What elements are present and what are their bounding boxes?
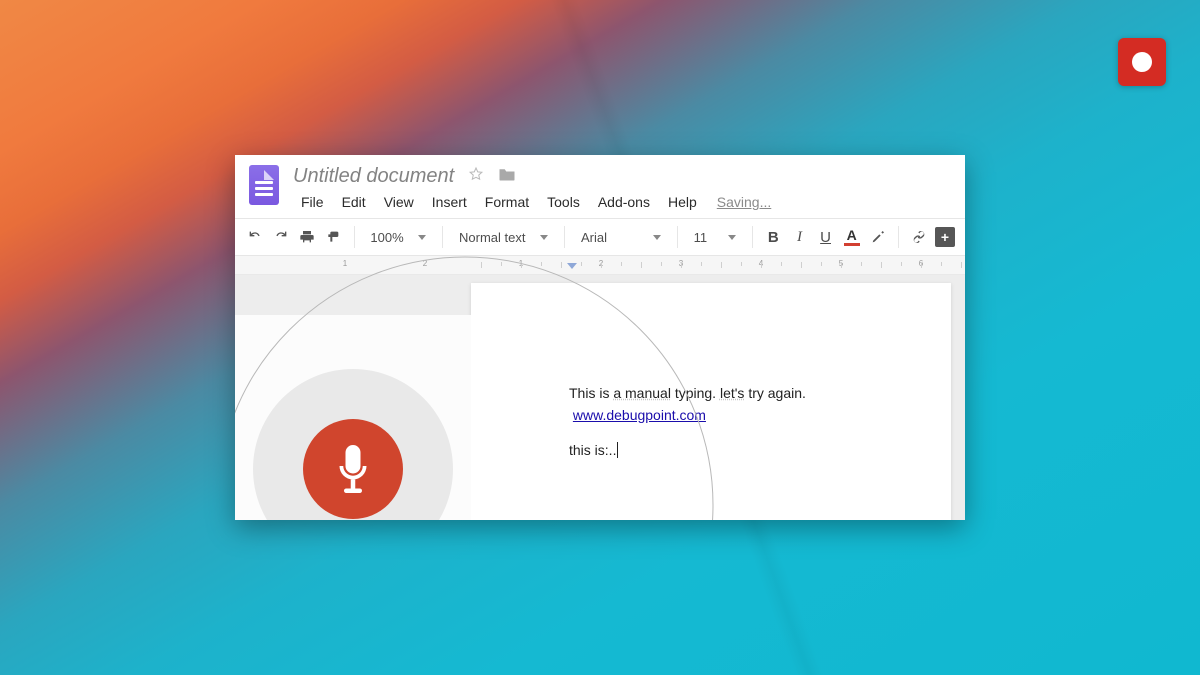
redo-button[interactable] [269,224,293,250]
indent-marker[interactable] [567,263,577,275]
text-cursor [617,442,618,458]
document-title[interactable]: Untitled document [293,165,454,188]
paint-format-button[interactable] [321,224,345,250]
hyperlink[interactable]: www.debugpoint.com [573,407,706,423]
chevron-down-icon [418,235,426,240]
menu-edit[interactable]: Edit [334,192,374,212]
underline-button[interactable]: U [814,224,838,250]
menu-view[interactable]: View [376,192,422,212]
menu-tools[interactable]: Tools [539,192,588,212]
title-bar: Untitled document File Edit View Insert … [235,155,965,212]
more-button[interactable]: + [933,224,957,250]
font-dropdown[interactable]: Arial [573,224,669,250]
chevron-down-icon [728,235,736,240]
text-color-button[interactable]: A [840,224,864,250]
google-docs-window: Untitled document File Edit View Insert … [235,155,965,520]
chevron-down-icon [540,235,548,240]
folder-icon[interactable] [498,167,516,187]
record-icon [1132,52,1152,72]
voice-typing-panel [235,315,471,520]
document-canvas: This is a manual typing. let's try again… [235,275,965,520]
ruler[interactable]: 1 2 3 4 5 6 2 1 [235,256,965,275]
print-button[interactable] [295,224,319,250]
text-line: www.debugpoint.com [569,405,929,427]
microphone-icon [335,445,371,493]
text-line: this is:.. [569,440,929,462]
menubar: File Edit View Insert Format Tools Add-o… [293,192,771,212]
highlight-color-button[interactable] [866,224,890,250]
menu-file[interactable]: File [293,192,332,212]
text-line: This is a manual typing. let's try again… [569,383,929,405]
toolbar: 100% Normal text Arial 11 B I U A + [235,218,965,256]
zoom-dropdown[interactable]: 100% [362,224,434,250]
star-icon[interactable] [468,166,484,187]
menu-help[interactable]: Help [660,192,705,212]
paragraph-style-dropdown[interactable]: Normal text [451,224,556,250]
menu-addons[interactable]: Add-ons [590,192,658,212]
chevron-down-icon [653,235,661,240]
bold-button[interactable]: B [761,224,785,250]
screen-recorder-indicator[interactable] [1118,38,1166,86]
menu-insert[interactable]: Insert [424,192,475,212]
font-size-dropdown[interactable]: 11 [686,224,745,250]
undo-button[interactable] [243,224,267,250]
italic-button[interactable]: I [787,224,811,250]
save-status: Saving... [717,194,771,210]
docs-logo-icon[interactable] [249,165,279,205]
voice-typing-button[interactable] [303,419,403,519]
page[interactable]: This is a manual typing. let's try again… [471,283,951,520]
menu-format[interactable]: Format [477,192,537,212]
insert-link-button[interactable] [907,224,931,250]
voice-pulse-ring [253,369,453,521]
